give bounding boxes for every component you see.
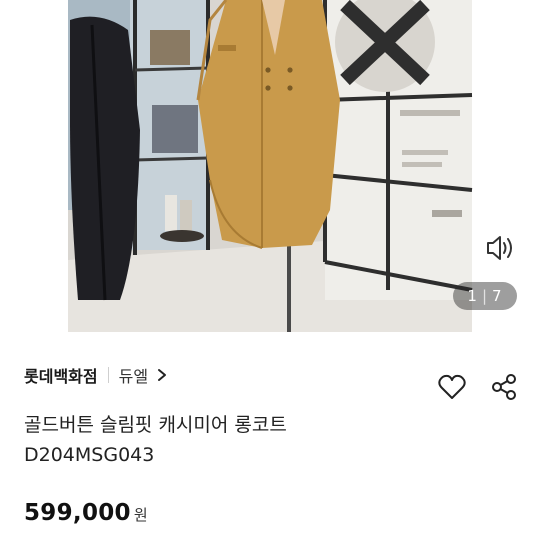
image-counter-current: 1 [467,287,478,305]
breadcrumb-divider [107,367,109,383]
speaker-icon [473,222,529,274]
product-title: 골드버튼 슬림핏 캐시미어 롱코트 D204MSG043 [24,410,444,470]
product-price: 599,000 원 [24,500,148,526]
heart-icon [438,374,466,399]
coat-photo-image [0,0,538,332]
image-counter: 1 | 7 [453,282,517,310]
price-value: 599,000 [24,500,131,526]
product-model-code: D204MSG043 [24,444,155,466]
price-unit: 원 [133,506,148,524]
image-counter-total: 7 [492,287,503,305]
product-actions [434,369,522,405]
share-icon [492,374,516,400]
like-button[interactable] [434,369,470,405]
product-photo[interactable]: 1 | 7 [0,0,538,332]
image-counter-separator: | [481,287,489,305]
store-name[interactable]: 롯데백화점 [24,363,98,387]
share-button[interactable] [486,369,522,405]
product-title-line1: 골드버튼 슬림핏 캐시미어 롱코트 [24,414,287,436]
sound-toggle-button[interactable] [473,222,529,274]
brand-name[interactable]: 듀엘 [119,363,148,387]
seller-breadcrumb[interactable]: 롯데백화점 듀엘 [24,360,167,390]
chevron-right-icon[interactable] [157,368,167,382]
